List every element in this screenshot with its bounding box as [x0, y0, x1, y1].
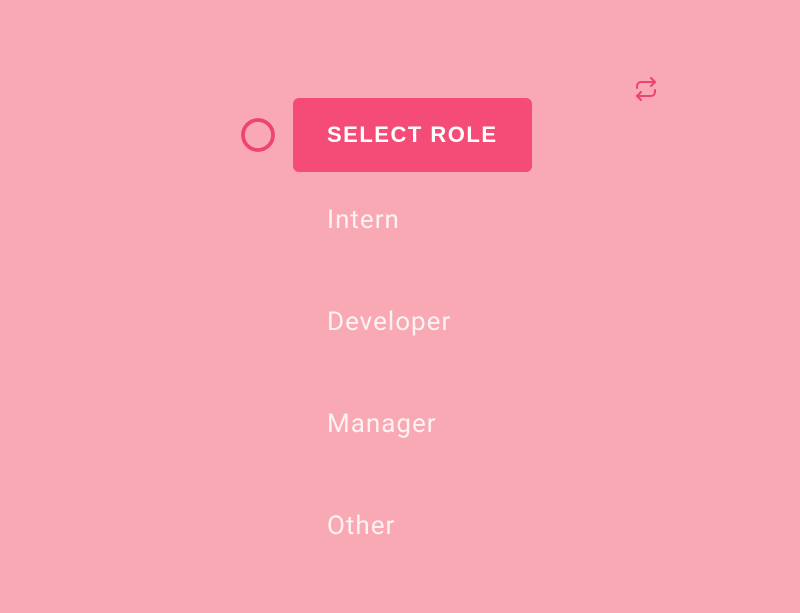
option-manager[interactable]: Manager [327, 409, 451, 439]
role-options-list: Intern Developer Manager Other [327, 205, 451, 613]
repeat-icon[interactable] [634, 77, 658, 101]
role-selector: SELECT ROLE [240, 98, 532, 172]
circle-icon [240, 117, 276, 153]
option-intern[interactable]: Intern [327, 205, 451, 235]
option-developer[interactable]: Developer [327, 307, 451, 337]
option-other[interactable]: Other [327, 511, 451, 541]
select-role-button[interactable]: SELECT ROLE [293, 98, 532, 172]
